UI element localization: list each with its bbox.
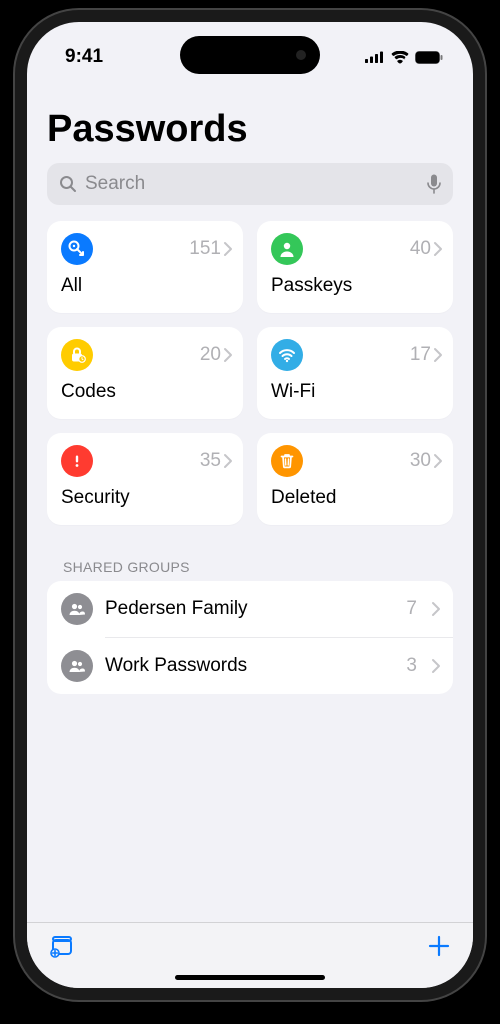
card-count: 30 (410, 450, 431, 472)
shared-groups-list: Pedersen Family 7 Work Passwords 3 (47, 581, 453, 694)
status-icons (365, 51, 443, 64)
card-wifi[interactable]: 17 Wi-Fi (257, 327, 453, 419)
card-label: Codes (61, 381, 233, 403)
dynamic-island (180, 36, 320, 74)
card-count: 40 (410, 238, 431, 260)
list-item-count: 3 (406, 655, 417, 677)
add-button[interactable] (427, 934, 451, 963)
chevron-right-icon (431, 601, 441, 617)
card-label: All (61, 275, 233, 297)
card-passkeys[interactable]: 40 Passkeys (257, 221, 453, 313)
chevron-right-icon (433, 241, 443, 257)
list-item[interactable]: Pedersen Family 7 (47, 581, 453, 637)
card-count: 17 (410, 344, 431, 366)
section-header-shared: SHARED GROUPS (47, 559, 453, 581)
card-label: Passkeys (271, 275, 443, 297)
group-icon (61, 593, 93, 625)
card-codes[interactable]: 20 Codes (47, 327, 243, 419)
battery-icon (415, 51, 443, 64)
card-label: Deleted (271, 487, 443, 509)
search-icon (59, 175, 77, 193)
trash-icon (271, 445, 303, 477)
card-deleted[interactable]: 30 Deleted (257, 433, 453, 525)
content: Passwords Search 151 All (27, 76, 473, 922)
phone-frame: 9:41 Passwords Search 151 (15, 10, 485, 1000)
alert-icon (61, 445, 93, 477)
card-label: Wi-Fi (271, 381, 443, 403)
list-item-label: Pedersen Family (105, 598, 394, 620)
wifi-status-icon (391, 51, 409, 64)
key-icon (61, 233, 93, 265)
list-item-label: Work Passwords (105, 655, 394, 677)
mic-icon[interactable] (427, 174, 441, 194)
wifi-icon (271, 339, 303, 371)
person-icon (271, 233, 303, 265)
lock-timer-icon (61, 339, 93, 371)
chevron-right-icon (223, 347, 233, 363)
chevron-right-icon (433, 347, 443, 363)
search-placeholder: Search (85, 173, 419, 195)
search-input[interactable]: Search (47, 163, 453, 205)
chevron-right-icon (223, 453, 233, 469)
card-count: 35 (200, 450, 221, 472)
cellular-icon (365, 51, 385, 63)
group-icon (61, 650, 93, 682)
home-indicator[interactable] (175, 975, 325, 980)
clock: 9:41 (65, 46, 103, 68)
list-item-count: 7 (406, 598, 417, 620)
chevron-right-icon (431, 658, 441, 674)
chevron-right-icon (433, 453, 443, 469)
wallet-add-button[interactable] (49, 934, 75, 963)
card-all[interactable]: 151 All (47, 221, 243, 313)
card-security[interactable]: 35 Security (47, 433, 243, 525)
list-item[interactable]: Work Passwords 3 (105, 637, 453, 694)
category-grid: 151 All 40 Passkeys (47, 221, 453, 525)
page-title: Passwords (47, 108, 453, 151)
card-label: Security (61, 487, 233, 509)
card-count: 151 (189, 238, 221, 260)
chevron-right-icon (223, 241, 233, 257)
card-count: 20 (200, 344, 221, 366)
